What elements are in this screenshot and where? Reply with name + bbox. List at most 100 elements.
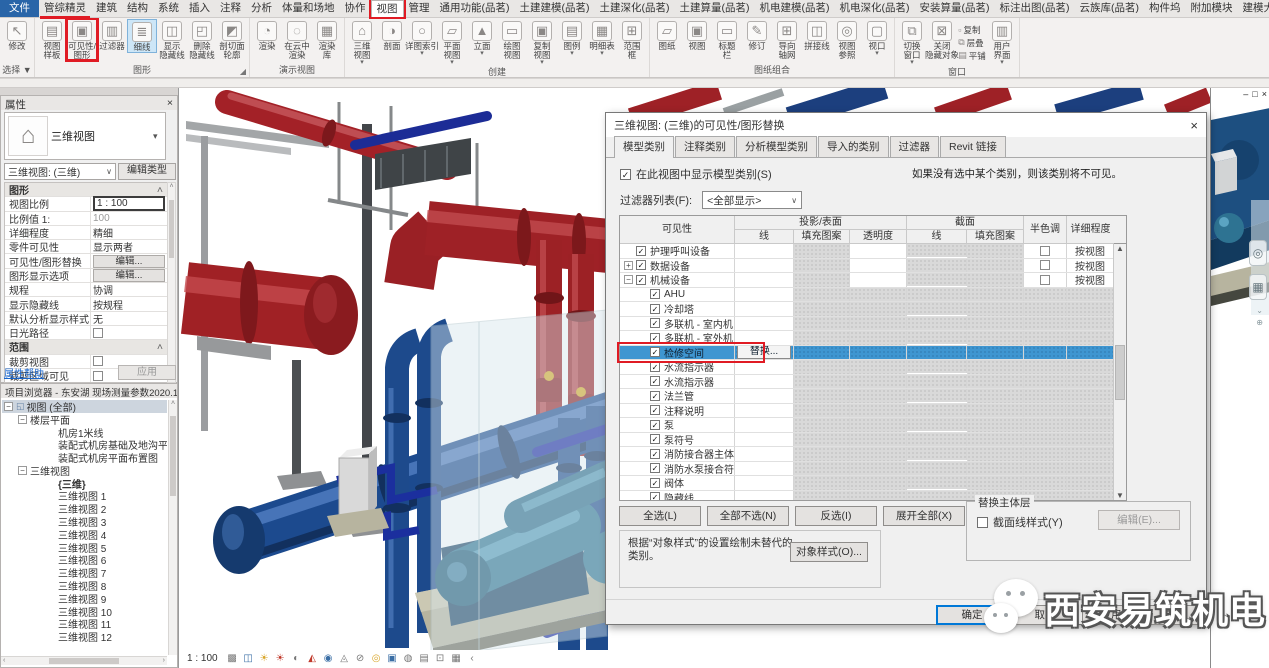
ribbon-button[interactable]: ▲ 立面 ▾	[467, 19, 497, 57]
ribbon-button[interactable]: ▭ 标题栏 ▾	[712, 19, 742, 60]
category-row[interactable]: − 机械设备 按视图	[620, 273, 1114, 288]
ribbon-tab[interactable]: 体量和场地	[277, 0, 340, 17]
category-row[interactable]: 注释说明	[620, 404, 1114, 419]
properties-scrollbar[interactable]: ˄	[167, 182, 176, 383]
properties-help-link[interactable]: 属性帮助	[4, 365, 44, 380]
ribbon-small-button[interactable]: ⧉ 层叠	[958, 36, 986, 49]
override-button[interactable]: 替换...	[737, 346, 791, 360]
ribbon-tab[interactable]: 注释	[215, 0, 246, 17]
view-control-icon[interactable]: ◫	[242, 652, 255, 665]
view-control-icon[interactable]: ☀	[258, 652, 271, 665]
category-checkbox[interactable]	[650, 391, 660, 401]
ribbon-button[interactable]: ✎ 修订 ▾	[742, 19, 772, 51]
select-all-button[interactable]: 全选(L)	[619, 506, 701, 526]
category-row[interactable]: 检修空间 替换...	[620, 346, 1114, 361]
detail-level-cell[interactable]	[1067, 389, 1114, 403]
category-row[interactable]: 护理呼叫设备 按视图	[620, 244, 1114, 259]
detail-level-cell[interactable]	[1067, 447, 1114, 461]
detail-level-cell[interactable]	[1067, 418, 1114, 432]
ribbon-small-button[interactable]: ▫ 复制	[958, 23, 986, 36]
ribbon-tab[interactable]: 分析	[246, 0, 277, 17]
view-control-icon[interactable]: ▣	[386, 652, 399, 665]
ribbon-button[interactable]: ▣ 复制视图 ▾	[527, 19, 557, 66]
ribbon-button[interactable]: ▢ 视口 ▾	[862, 19, 892, 57]
tree-expander-icon[interactable]	[638, 406, 647, 415]
property-row[interactable]: 详细程度 精细	[5, 226, 167, 240]
detail-level-cell[interactable]	[1067, 476, 1114, 490]
category-checkbox[interactable]	[636, 275, 646, 285]
ribbon-button[interactable]: ▱ 图纸 ▾	[652, 19, 682, 51]
ribbon-button[interactable]: ▦ 渲染库 ▾	[312, 19, 342, 60]
ribbon-tab[interactable]: 系统	[153, 0, 184, 17]
ribbon-button[interactable]: ▤ 图例 ▾	[557, 19, 587, 57]
browser-tree-item[interactable]: 三维视图 10	[2, 605, 167, 618]
ribbon-tab[interactable]: 建模大师 (通用)	[1238, 0, 1269, 17]
detail-level-cell[interactable]	[1067, 433, 1114, 447]
ribbon-button[interactable]: ◰ 删除隐藏线 ▾	[187, 19, 217, 60]
dialog-tab[interactable]: 导入的类别	[818, 136, 889, 157]
view-control-icon[interactable]: ‹	[466, 652, 479, 665]
ribbon-button[interactable]: ◩ 剖切面轮廓 ▾	[217, 19, 247, 60]
expand-all-button[interactable]: 展开全部(X)	[883, 506, 965, 526]
view-control-icon[interactable]: ◐	[290, 652, 303, 665]
tree-expander-icon[interactable]	[638, 391, 647, 400]
detail-level-cell[interactable]	[1067, 288, 1114, 302]
view-scale[interactable]: 1 : 100	[187, 653, 218, 664]
ribbon-button[interactable]: ▭ 绘图视图 ▾	[497, 19, 527, 60]
browser-tree-item[interactable]: 三维视图 5	[2, 541, 167, 554]
instance-selector[interactable]: 三维视图: (三维)∨	[4, 163, 116, 180]
category-row[interactable]: 阀体	[620, 476, 1114, 491]
view-control-icon[interactable]: ☀	[274, 652, 287, 665]
browser-tree-item[interactable]: 三维视图 9	[2, 592, 167, 605]
tree-expander-icon[interactable]: −	[18, 415, 27, 424]
view-control-icon[interactable]: ▦	[450, 652, 463, 665]
ribbon-tab[interactable]: 附加模块	[1186, 0, 1238, 17]
property-row[interactable]: 比例值 1: 100	[5, 212, 167, 226]
ribbon-tab[interactable]: 建筑	[91, 0, 122, 17]
category-checkbox[interactable]	[650, 376, 660, 386]
browser-tree-item[interactable]: 三维视图 1	[2, 490, 167, 503]
browser-tree-item[interactable]: 三维视图 12	[2, 630, 167, 643]
ribbon-tab[interactable]: 插入	[184, 0, 215, 17]
tree-expander-icon[interactable]	[638, 377, 647, 386]
category-checkbox[interactable]	[650, 405, 660, 415]
ribbon-button[interactable]: ⌂ 三维视图 ▾	[347, 19, 377, 66]
tree-expander-icon[interactable]	[46, 517, 55, 526]
ribbon-button[interactable]: ▦ 明细表 ▾	[587, 19, 617, 57]
ribbon-button[interactable]: ◌ 在云中渲染 ▾	[282, 19, 312, 60]
ribbon-button[interactable]: ▱ 平面视图 ▾	[437, 19, 467, 66]
tree-expander-icon[interactable]	[46, 607, 55, 616]
ribbon-tab[interactable]: 土建深化(品茗)	[595, 0, 675, 17]
tree-expander-icon[interactable]	[46, 504, 55, 513]
category-checkbox[interactable]	[650, 478, 660, 488]
tree-expander-icon[interactable]	[46, 594, 55, 603]
dialog-tab[interactable]: 分析模型类别	[736, 136, 817, 157]
detail-level-cell[interactable]	[1067, 375, 1114, 389]
halftone-checkbox[interactable]	[1040, 246, 1050, 256]
property-row[interactable]: 范围	[5, 340, 167, 354]
minimize-icon[interactable]: –	[1243, 89, 1248, 99]
tree-expander-icon[interactable]	[46, 581, 55, 590]
detail-level-cell[interactable]	[1067, 317, 1114, 331]
category-checkbox[interactable]	[650, 463, 660, 473]
ribbon-button[interactable]: ▥ 用户界面 ▾	[987, 19, 1017, 66]
ribbon-tab[interactable]: 视图	[371, 0, 404, 17]
browser-tree-item[interactable]: 三维视图 11	[2, 618, 167, 631]
tree-expander-icon[interactable]	[638, 420, 647, 429]
ribbon-button[interactable]: ◎ 视图参照 ▾	[832, 19, 862, 60]
category-row[interactable]: 多联机 - 室外机	[620, 331, 1114, 346]
property-row[interactable]: 零件可见性 显示两者	[5, 240, 167, 254]
ribbon-tab[interactable]: 通用功能(品茗)	[435, 0, 515, 17]
tree-expander-icon[interactable]	[46, 619, 55, 628]
ribbon-small-button[interactable]: ▤ 平铺	[958, 49, 986, 62]
browser-tree-item[interactable]: 装配式机房基础及地沟平面布置图	[2, 438, 167, 451]
category-row[interactable]: 水流指示器	[620, 375, 1114, 390]
dialog-tab[interactable]: 过滤器	[890, 136, 940, 157]
ribbon-button[interactable]: ▤ 视图样板 ▾	[37, 19, 67, 60]
category-row[interactable]: 多联机 - 室内机	[620, 317, 1114, 332]
view-control-icon[interactable]: ◉	[322, 652, 335, 665]
category-checkbox[interactable]	[650, 492, 660, 500]
browser-tree-item[interactable]: 三维视图 3	[2, 515, 167, 528]
ribbon-tab[interactable]: 文件	[0, 0, 39, 17]
edit-button[interactable]: 编辑...	[93, 269, 165, 282]
